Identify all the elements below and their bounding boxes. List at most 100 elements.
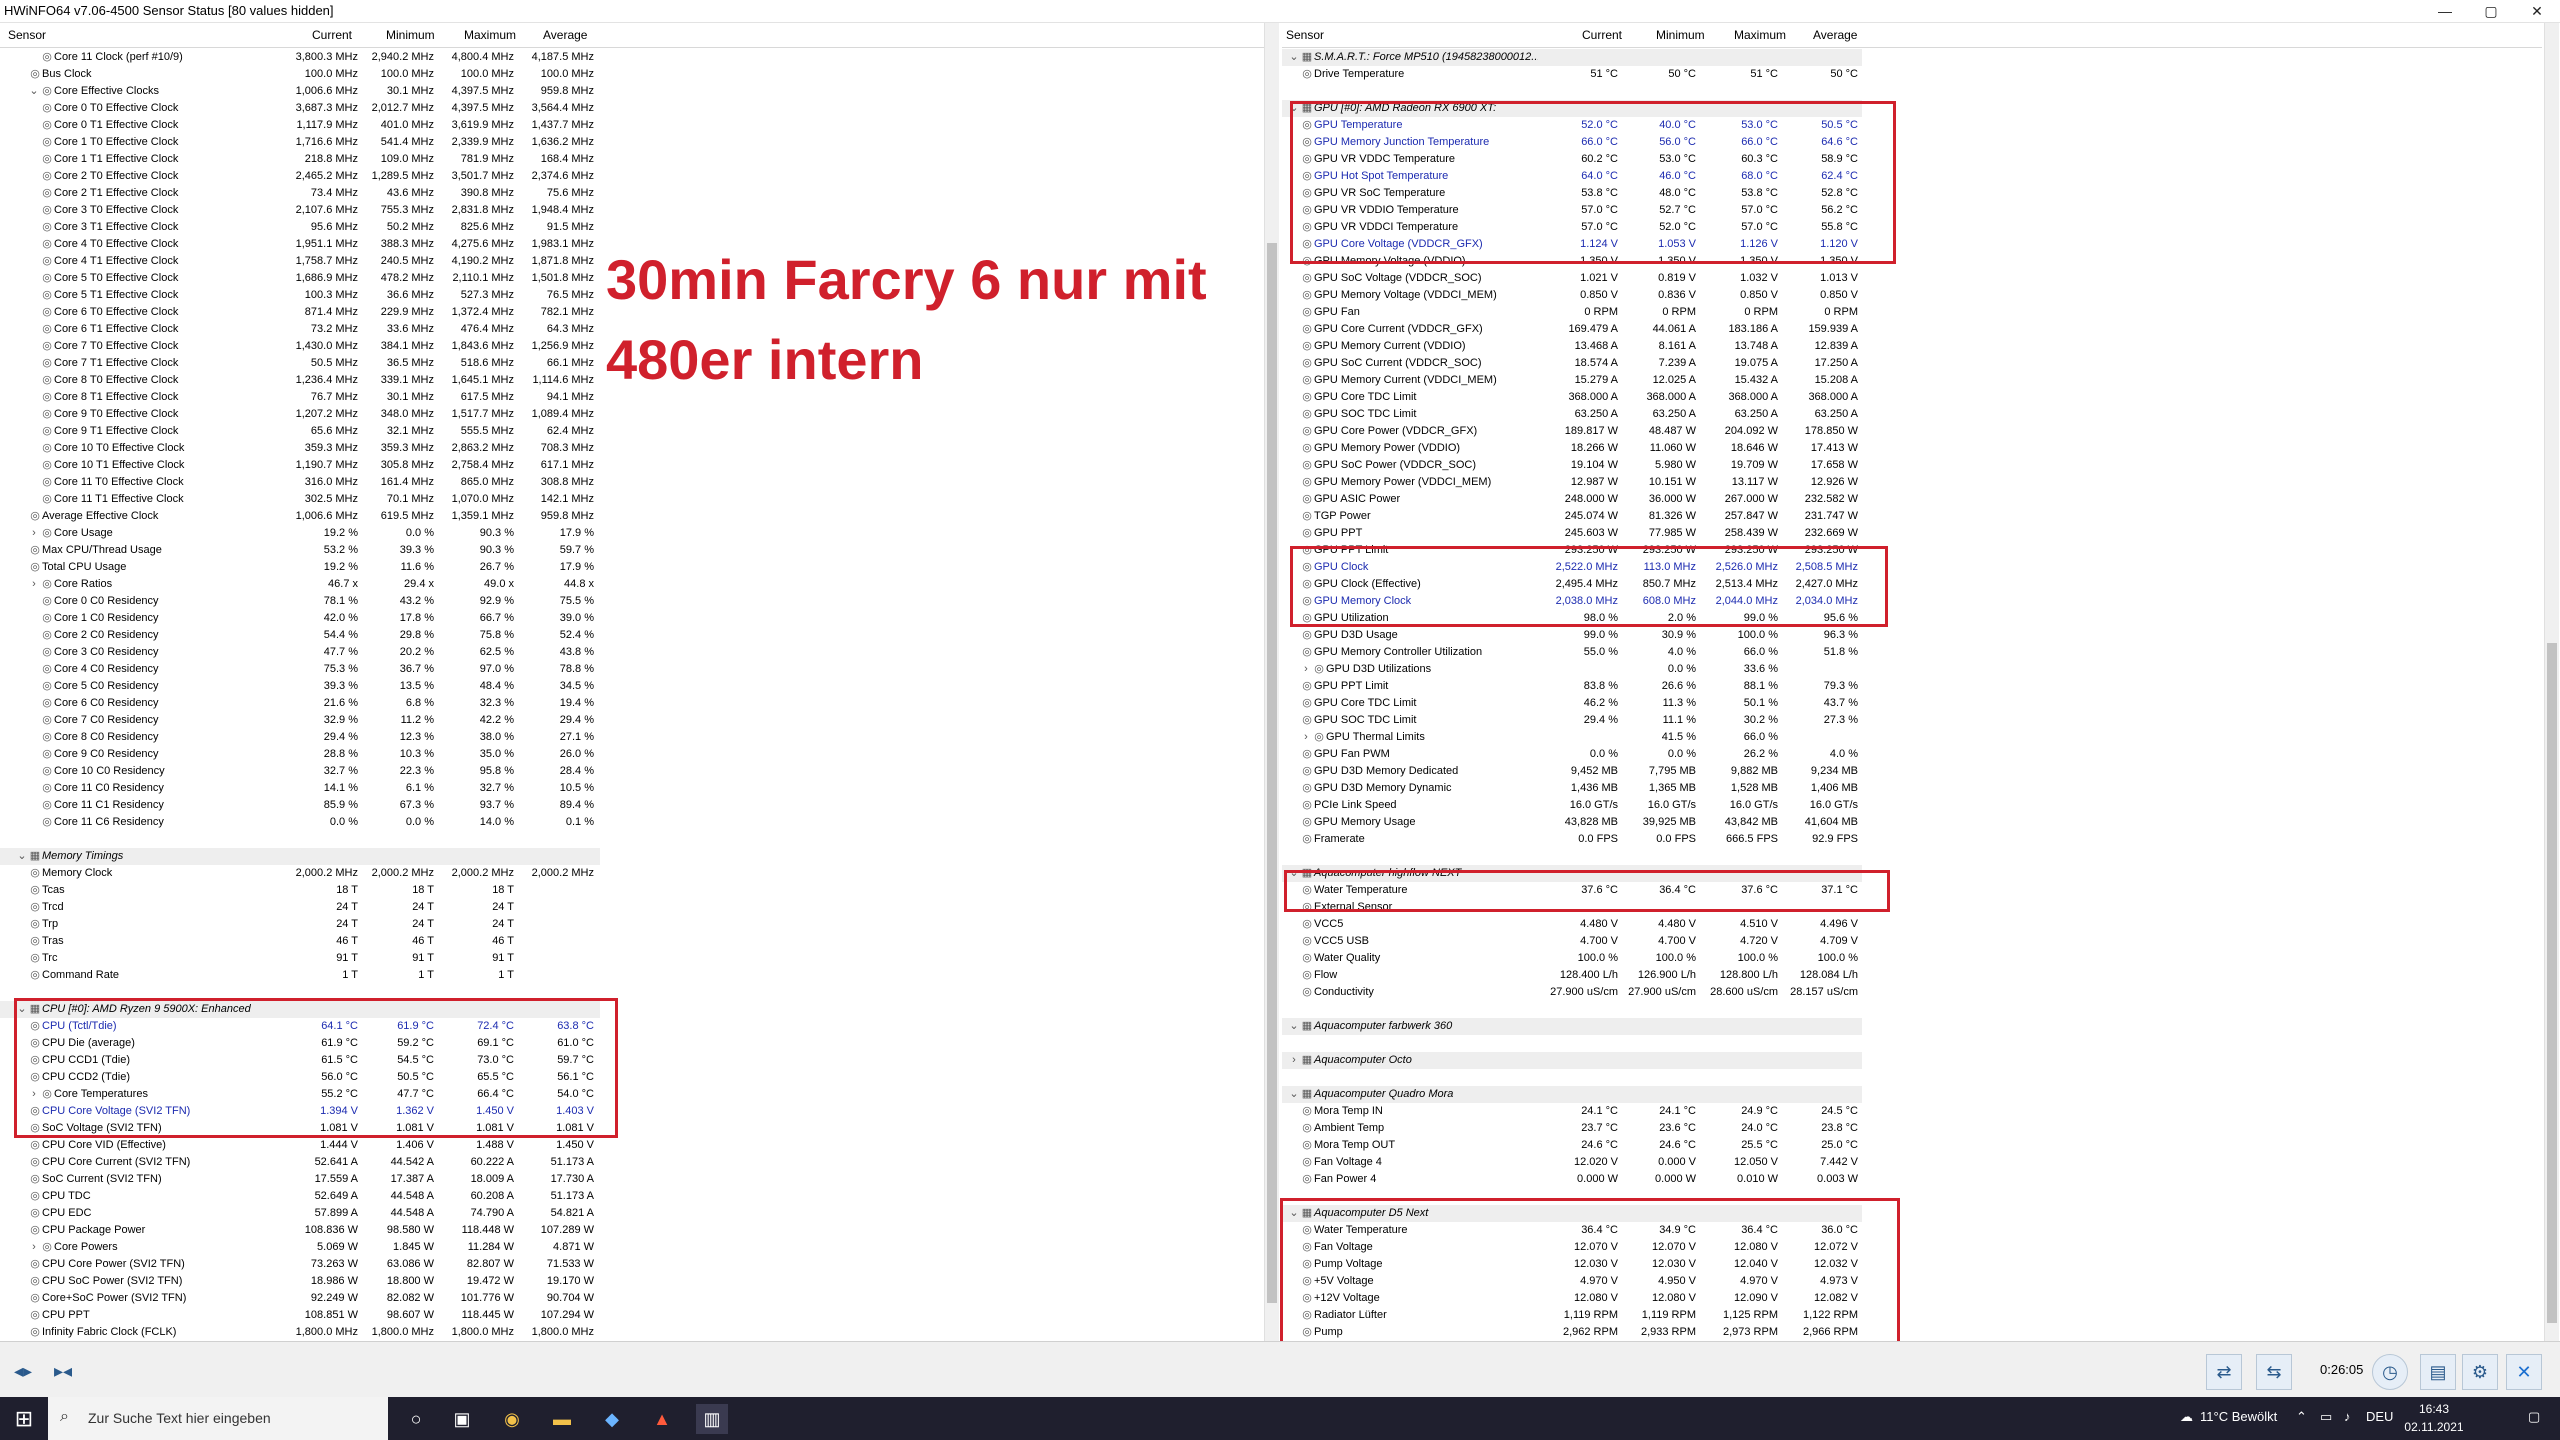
- chrome-icon[interactable]: ◉: [496, 1404, 528, 1434]
- collapse-chevron-icon[interactable]: ⌄: [28, 83, 40, 100]
- sensor-row[interactable]: ◎ GPU Memory Current (VDDCI_MEM) 15.279 A 1…: [1282, 372, 1862, 389]
- sensor-row[interactable]: ◎ Bus Clock 100.0 MHz 100.0 MHz 100.0 MHz 100…: [0, 66, 600, 83]
- sensor-row[interactable]: ◎ GPU PPT Limit 83.8 % 26.6 % 88.1 % 79.3 %: [1282, 678, 1862, 695]
- sensor-row[interactable]: ◎ GPU Memory Power (VDDCI_MEM) 12.987 W 10.…: [1282, 474, 1862, 491]
- sensor-row[interactable]: ◎ Max CPU/Thread Usage 53.2 % 39.3 % 90.3 % 5…: [0, 542, 600, 559]
- sensor-row[interactable]: ◎ Core 7 T0 Effective Clock 1,430.0 MHz 384…: [0, 338, 600, 355]
- sensor-row[interactable]: ⌄ ◎ Core Effective Clocks 1,006.6 MHz 30.1 M…: [0, 83, 600, 100]
- sensor-row[interactable]: ◎ Core 1 C0 Residency 42.0 % 17.8 % 66.7 % 39…: [0, 610, 600, 627]
- sensor-row[interactable]: ◎ CPU EDC 57.899 A 44.548 A 74.790 A 54.821 A: [0, 1205, 600, 1222]
- settings-icon[interactable]: ⚙: [2462, 1354, 2498, 1390]
- sensor-row[interactable]: ◎ Core 1 T1 Effective Clock 218.8 MHz 109.0…: [0, 151, 600, 168]
- sensor-row[interactable]: ◎ Core 6 C0 Residency 21.6 % 6.8 % 32.3 % 19.…: [0, 695, 600, 712]
- sensor-row[interactable]: ◎ Core 2 T0 Effective Clock 2,465.2 MHz 1,2…: [0, 168, 600, 185]
- sensor-row[interactable]: ◎ Mora Temp OUT 24.6 °C 24.6 °C 25.5 °C 25.0 …: [1282, 1137, 1862, 1154]
- maximize-button[interactable]: ▢: [2468, 0, 2514, 22]
- sensor-row[interactable]: ◎ Core 11 T1 Effective Clock 302.5 MHz 70.1…: [0, 491, 600, 508]
- sensor-row[interactable]: ◎ GPU PPT 245.603 W 77.985 W 258.439 W 232.66…: [1282, 525, 1862, 542]
- sensor-row[interactable]: ◎ Core 7 C0 Residency 32.9 % 11.2 % 42.2 % 29…: [0, 712, 600, 729]
- weather-text[interactable]: 11°C Bewölkt: [2200, 1409, 2277, 1424]
- sensor-row[interactable]: ◎ Core 11 C0 Residency 14.1 % 6.1 % 32.7 % 10…: [0, 780, 600, 797]
- sensor-row[interactable]: ◎ GPU Memory Power (VDDIO) 18.266 W 11.060 …: [1282, 440, 1862, 457]
- left-scrollbar-thumb[interactable]: [1267, 243, 1277, 1303]
- sensor-row[interactable]: ◎ Core 5 C0 Residency 39.3 % 13.5 % 48.4 % 34…: [0, 678, 600, 695]
- expand-chevron-icon[interactable]: ›: [1300, 661, 1312, 678]
- sensor-group-row[interactable]: ⌄ ▦ Aquacomputer Quadro Mora: [1282, 1086, 1862, 1103]
- sensor-row[interactable]: ◎ GPU Core TDC Limit 368.000 A 368.000 A 368…: [1282, 389, 1862, 406]
- sensor-row[interactable]: › ◎ Core Usage 19.2 % 0.0 % 90.3 % 17.9 %: [0, 525, 600, 542]
- input-language[interactable]: DEU: [2366, 1409, 2393, 1424]
- expand-chevron-icon[interactable]: ›: [28, 1239, 40, 1256]
- sensor-row[interactable]: ◎ Core 11 Clock (perf #10/9) 3,800.3 MHz 2,…: [0, 49, 600, 66]
- sensor-row[interactable]: ◎ Core 10 T1 Effective Clock 1,190.7 MHz 30…: [0, 457, 600, 474]
- sensor-row[interactable]: ◎ Core 8 C0 Residency 29.4 % 12.3 % 38.0 % 27…: [0, 729, 600, 746]
- sensor-row[interactable]: ◎ Core 5 T0 Effective Clock 1,686.9 MHz 478…: [0, 270, 600, 287]
- sensor-row[interactable]: › ◎ GPU Thermal Limits 41.5 % 66.0 %: [1282, 729, 1862, 746]
- collapse-chevron-icon[interactable]: ⌄: [1288, 1018, 1300, 1035]
- sensor-group-row[interactable]: › ▦ Aquacomputer Octo: [1282, 1052, 1862, 1069]
- windows-start-icon[interactable]: ⊞: [10, 1405, 38, 1433]
- sensor-row[interactable]: ◎ Core 4 C0 Residency 75.3 % 36.7 % 97.0 % 78…: [0, 661, 600, 678]
- sensor-row[interactable]: ◎ GPU D3D Memory Dynamic 1,436 MB 1,365 MB 1…: [1282, 780, 1862, 797]
- sensor-row[interactable]: ◎ Core 4 T0 Effective Clock 1,951.1 MHz 388…: [0, 236, 600, 253]
- app-icon[interactable]: ◆: [596, 1404, 628, 1434]
- taskbar-clock[interactable]: 16:43 02.11.2021: [2404, 1400, 2464, 1436]
- sensor-row[interactable]: ◎ Core 9 T1 Effective Clock 65.6 MHz 32.1 M…: [0, 423, 600, 440]
- sensor-row[interactable]: ◎ GPU SOC TDC Limit 29.4 % 11.1 % 30.2 % 27.3…: [1282, 712, 1862, 729]
- sensor-row[interactable]: ◎ Fan Power 4 0.000 W 0.000 W 0.010 W 0.003 W: [1282, 1171, 1862, 1188]
- sensor-row[interactable]: ◎ Core 10 C0 Residency 32.7 % 22.3 % 95.8 % 2…: [0, 763, 600, 780]
- sensor-row[interactable]: ◎ GPU Fan 0 RPM 0 RPM 0 RPM 0 RPM: [1282, 304, 1862, 321]
- sensor-row[interactable]: ◎ GPU D3D Memory Dedicated 9,452 MB 7,795 M…: [1282, 763, 1862, 780]
- sensor-row[interactable]: ◎ GPU SoC Power (VDDCR_SOC) 19.104 W 5.980 …: [1282, 457, 1862, 474]
- sensor-row[interactable]: ◎ GPU SOC TDC Limit 63.250 A 63.250 A 63.250…: [1282, 406, 1862, 423]
- sensor-row[interactable]: ◎ GPU SoC Current (VDDCR_SOC) 18.574 A 7.23…: [1282, 355, 1862, 372]
- sensor-row[interactable]: ◎ Trp 24 T 24 T 24 T: [0, 916, 600, 933]
- sensor-row[interactable]: ◎ Conductivity 27.900 uS/cm 27.900 uS/cm 28.…: [1282, 984, 1862, 1001]
- sensor-row[interactable]: ◎ Fan Voltage 4 12.020 V 0.000 V 12.050 V 7.4…: [1282, 1154, 1862, 1171]
- sensor-row[interactable]: ◎ GPU SoC Voltage (VDDCR_SOC) 1.021 V 0.819…: [1282, 270, 1862, 287]
- sensor-row[interactable]: ◎ Core 11 C6 Residency 0.0 % 0.0 % 14.0 % 0.1…: [0, 814, 600, 831]
- close-sensors-icon[interactable]: ✕: [2506, 1354, 2542, 1390]
- header-maximum[interactable]: Maximum: [464, 28, 516, 42]
- sensor-row[interactable]: ◎ Core 2 T1 Effective Clock 73.4 MHz 43.6 M…: [0, 185, 600, 202]
- nav-left-button[interactable]: ◂▸: [6, 1354, 40, 1388]
- sensor-row[interactable]: ◎ VCC5 USB 4.700 V 4.700 V 4.720 V 4.709 V: [1282, 933, 1862, 950]
- sensor-row[interactable]: › ◎ Core Powers 5.069 W 1.845 W 11.284 W 4.871…: [0, 1239, 600, 1256]
- sensor-row[interactable]: ◎ Core+SoC Power (SVI2 TFN) 92.249 W 82.082…: [0, 1290, 600, 1307]
- network-tray-icon[interactable]: ▭: [2320, 1409, 2332, 1425]
- sensor-row[interactable]: ◎ Core 0 T0 Effective Clock 3,687.3 MHz 2,0…: [0, 100, 600, 117]
- sensor-row[interactable]: ◎ GPU Memory Current (VDDIO) 13.468 A 8.161…: [1282, 338, 1862, 355]
- sensor-row[interactable]: ◎ Core 8 T1 Effective Clock 76.7 MHz 30.1 M…: [0, 389, 600, 406]
- taskbar-search[interactable]: ⌕ Zur Suche Text hier eingeben: [48, 1397, 388, 1440]
- notifications-icon[interactable]: ▢: [2528, 1409, 2540, 1425]
- sensor-row[interactable]: ◎ TGP Power 245.074 W 81.326 W 257.847 W 231.…: [1282, 508, 1862, 525]
- sensor-row[interactable]: ◎ GPU Fan PWM 0.0 % 0.0 % 26.2 % 4.0 %: [1282, 746, 1862, 763]
- sensor-row[interactable]: ◎ SoC Current (SVI2 TFN) 17.559 A 17.387 A1…: [0, 1171, 600, 1188]
- sensor-row[interactable]: ◎ Core 0 T1 Effective Clock 1,117.9 MHz 401…: [0, 117, 600, 134]
- collapse-chevron-icon[interactable]: ⌄: [1288, 1086, 1300, 1103]
- expand-chevron-icon[interactable]: ›: [28, 576, 40, 593]
- sensor-row[interactable]: ◎ Core 3 T0 Effective Clock 2,107.6 MHz 755…: [0, 202, 600, 219]
- sensor-row[interactable]: ◎ PCIe Link Speed 16.0 GT/s 16.0 GT/s 16.0 G…: [1282, 797, 1862, 814]
- sensor-row[interactable]: › ◎ GPU D3D Utilizations 0.0 % 33.6 %: [1282, 661, 1862, 678]
- network-icon[interactable]: ⇄: [2206, 1354, 2242, 1390]
- sensor-row[interactable]: ◎ Core 0 C0 Residency 78.1 % 43.2 % 92.9 % 75…: [0, 593, 600, 610]
- sensor-row[interactable]: ◎ Framerate 0.0 FPS 0.0 FPS 666.5 FPS 92.9 FP…: [1282, 831, 1862, 848]
- collapse-chevron-icon[interactable]: ⌄: [1288, 49, 1300, 66]
- sensor-row[interactable]: ◎ Water Quality 100.0 % 100.0 % 100.0 % 100.0…: [1282, 950, 1862, 967]
- right-scrollbar-thumb[interactable]: [2547, 643, 2557, 1323]
- clock-icon[interactable]: ◷: [2372, 1354, 2408, 1390]
- sensor-row[interactable]: ◎ Core 3 T1 Effective Clock 95.6 MHz 50.2 M…: [0, 219, 600, 236]
- sensor-row[interactable]: ◎ Tras 46 T 46 T 46 T: [0, 933, 600, 950]
- hwinfo-taskbar-icon[interactable]: ▥: [696, 1404, 728, 1434]
- sensor-row[interactable]: ◎ CPU Core VID (Effective) 1.444 V 1.406 V1…: [0, 1137, 600, 1154]
- header-minimum[interactable]: Minimum: [386, 28, 435, 42]
- sensor-group-row[interactable]: ⌄ ▦ S.M.A.R.T.: Force MP510 (1945823800001…: [1282, 49, 1862, 66]
- sensor-row[interactable]: ◎ GPU Memory Controller Utilization 55.0 %…: [1282, 644, 1862, 661]
- sensor-row[interactable]: ◎ GPU D3D Usage 99.0 % 30.9 % 100.0 % 96.3 %: [1282, 627, 1862, 644]
- sensor-group-row[interactable]: ⌄ ▦ Aquacomputer farbwerk 360: [1282, 1018, 1862, 1035]
- weather-icon[interactable]: ☁: [2180, 1409, 2193, 1425]
- sensor-row[interactable]: ◎ Drive Temperature 51 °C 50 °C 51 °C 50 °C: [1282, 66, 1862, 83]
- sensor-sync-icon[interactable]: ⇆: [2256, 1354, 2292, 1390]
- sensor-row[interactable]: ◎ Core 6 T1 Effective Clock 73.2 MHz 33.6 M…: [0, 321, 600, 338]
